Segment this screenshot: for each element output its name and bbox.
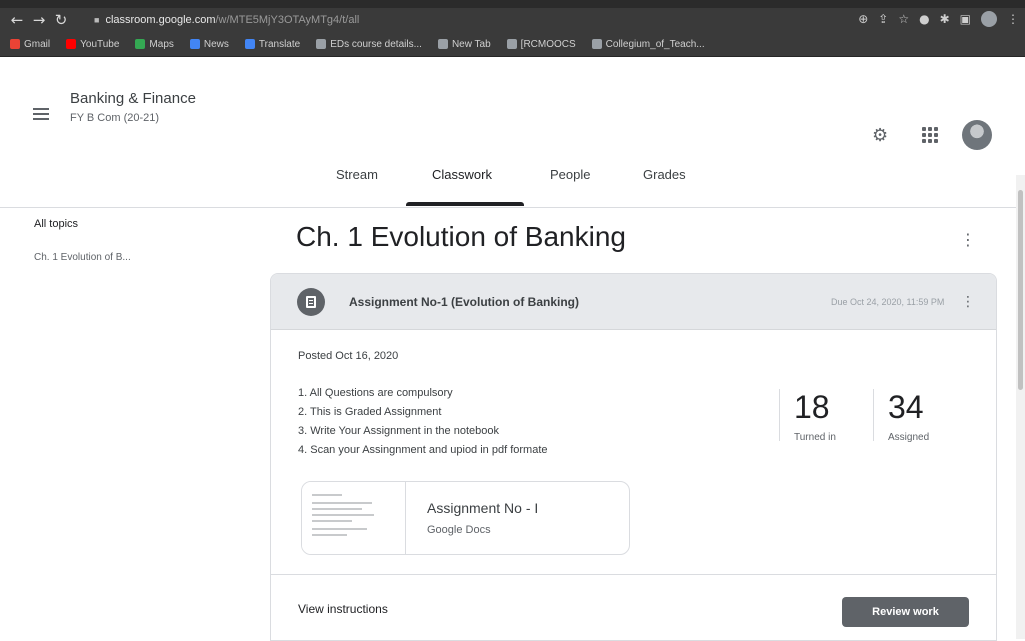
lock-icon: ■ bbox=[94, 15, 100, 25]
stat-divider bbox=[873, 389, 874, 441]
forward-icon[interactable]: → bbox=[28, 11, 50, 29]
turned-in-count[interactable]: 18 bbox=[794, 389, 830, 426]
url-host: classroom.google.com bbox=[105, 14, 216, 26]
posted-date: Posted Oct 16, 2020 bbox=[298, 350, 399, 362]
turned-in-label: Turned in bbox=[794, 432, 836, 443]
share-icon[interactable]: ⇪ bbox=[878, 12, 888, 26]
class-tabs: Stream Classwork People Grades bbox=[0, 160, 1025, 206]
bookmarks-bar: Gmail YouTube Maps News Translate EDs co… bbox=[0, 32, 1025, 57]
class-title[interactable]: Banking & Finance bbox=[70, 90, 196, 107]
bookmark-news[interactable]: News bbox=[189, 39, 229, 50]
maps-icon bbox=[135, 39, 146, 49]
bookmark-maps[interactable]: Maps bbox=[135, 39, 174, 50]
extension-icon[interactable]: ● bbox=[919, 12, 929, 26]
instruction-line: 4. Scan your Assingnment and upiod in pd… bbox=[298, 444, 548, 456]
instruction-line: 1. All Questions are compulsory bbox=[298, 387, 453, 399]
class-section: FY B Com (20-21) bbox=[70, 112, 160, 124]
url-path: /w/MTE5MjY3OTAyMTg4/t/all bbox=[215, 14, 360, 26]
assignment-header[interactable]: Assignment No-1 (Evolution of Banking) D… bbox=[271, 274, 996, 330]
topic-title: Ch. 1 Evolution of Banking bbox=[296, 221, 626, 252]
gmail-icon bbox=[10, 39, 20, 49]
kebab-menu-icon[interactable]: ⋮ bbox=[1007, 12, 1019, 26]
review-work-button[interactable]: Review work bbox=[842, 597, 969, 627]
assigned-count[interactable]: 34 bbox=[888, 389, 924, 426]
view-instructions-link[interactable]: View instructions bbox=[298, 602, 388, 616]
url-field[interactable]: ■ classroom.google.com/w/MTE5MjY3OTAyMTg… bbox=[94, 14, 359, 26]
attachment-card[interactable]: Assignment No - I Google Docs bbox=[301, 481, 630, 555]
bookmark-rcmoocs[interactable]: [RCMOOCS bbox=[506, 39, 576, 50]
bookmark-new-tab[interactable]: New Tab bbox=[437, 39, 491, 50]
tab-grades[interactable]: Grades bbox=[643, 167, 686, 182]
avatar[interactable] bbox=[962, 120, 992, 150]
bookmark-translate[interactable]: Translate bbox=[244, 39, 300, 50]
puzzle-icon[interactable]: ✱ bbox=[940, 12, 950, 26]
scrollbar-thumb[interactable] bbox=[1018, 190, 1023, 390]
new-tab-icon bbox=[437, 39, 448, 49]
translate-icon bbox=[244, 39, 255, 49]
due-date: Due Oct 24, 2020, 11:59 PM bbox=[831, 297, 945, 307]
bookmark-youtube[interactable]: YouTube bbox=[66, 39, 119, 50]
attachment-type: Google Docs bbox=[427, 524, 491, 536]
gear-icon[interactable]: ⚙ bbox=[872, 127, 890, 145]
assignment-title[interactable]: Assignment No-1 (Evolution of Banking) bbox=[349, 295, 579, 309]
assigned-label: Assigned bbox=[888, 432, 930, 443]
youtube-icon bbox=[66, 39, 77, 49]
bookmark-eds-course[interactable]: EDs course details... bbox=[316, 39, 422, 50]
active-tab-indicator bbox=[406, 202, 524, 206]
bookmark-icon bbox=[506, 39, 517, 49]
assignment-more-icon[interactable]: ⋮ bbox=[961, 294, 975, 310]
topic-more-icon[interactable]: ⋮ bbox=[960, 230, 976, 249]
sidebar-all-topics[interactable]: All topics bbox=[34, 218, 78, 230]
address-bar: ← → ↻ ■ classroom.google.com/w/MTE5MjY3O… bbox=[0, 8, 1025, 32]
reload-icon[interactable]: ↻ bbox=[50, 11, 72, 29]
sidepanel-icon[interactable]: ▣ bbox=[960, 12, 971, 26]
stat-divider bbox=[779, 389, 780, 441]
app-header: Banking & Finance FY B Com (20-21) ⚙ Str… bbox=[0, 57, 1025, 208]
apps-grid-icon[interactable] bbox=[922, 127, 938, 143]
bookmark-gmail[interactable]: Gmail bbox=[10, 39, 50, 50]
menu-icon[interactable] bbox=[33, 108, 49, 120]
bookmark-collegium[interactable]: Collegium_of_Teach... bbox=[591, 39, 705, 50]
instruction-line: 2. This is Graded Assignment bbox=[298, 406, 442, 418]
instruction-line: 3. Write Your Assignment in the notebook bbox=[298, 425, 499, 437]
news-icon bbox=[189, 39, 200, 49]
instructions-text: 1. All Questions are compulsory 2. This … bbox=[298, 384, 548, 460]
bookmark-icon bbox=[591, 39, 602, 49]
tab-stream[interactable]: Stream bbox=[336, 167, 378, 182]
profile-icon[interactable] bbox=[981, 11, 997, 27]
zoom-icon[interactable]: ⊕ bbox=[858, 12, 868, 26]
sidebar-item-topic[interactable]: Ch. 1 Evolution of B... bbox=[34, 252, 131, 263]
card-divider bbox=[271, 574, 996, 575]
assignment-icon bbox=[297, 288, 325, 316]
document-thumbnail bbox=[302, 482, 406, 554]
tab-classwork[interactable]: Classwork bbox=[432, 167, 492, 182]
back-icon[interactable]: ← bbox=[6, 11, 28, 29]
star-icon[interactable]: ☆ bbox=[898, 12, 909, 26]
attachment-title: Assignment No - I bbox=[427, 500, 539, 516]
bookmark-icon bbox=[316, 39, 327, 49]
assignment-card: Assignment No-1 (Evolution of Banking) D… bbox=[270, 273, 997, 641]
tab-people[interactable]: People bbox=[550, 167, 590, 182]
